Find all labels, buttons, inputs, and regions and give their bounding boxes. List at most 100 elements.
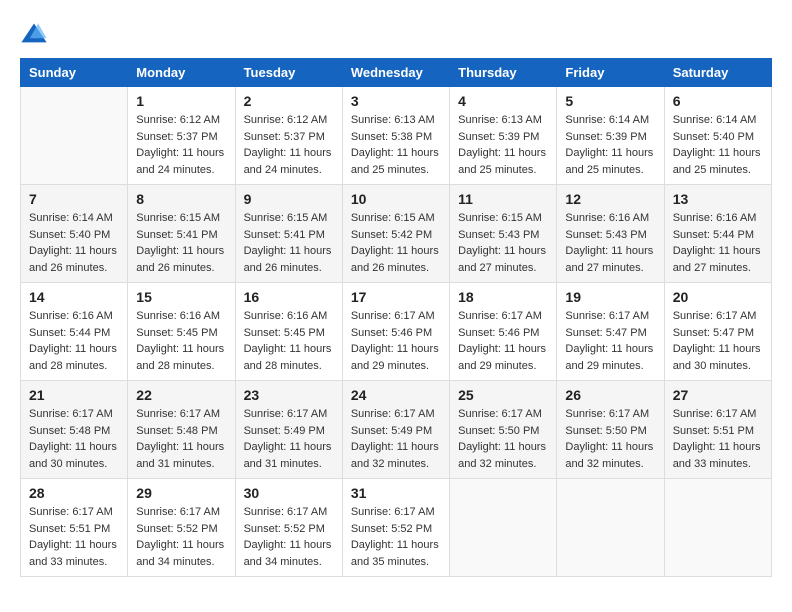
- day-cell: 4 Sunrise: 6:13 AMSunset: 5:39 PMDaylight…: [450, 87, 557, 185]
- col-header-sunday: Sunday: [21, 59, 128, 87]
- day-cell: 10 Sunrise: 6:15 AMSunset: 5:42 PMDayligh…: [342, 185, 449, 283]
- day-cell: 1 Sunrise: 6:12 AMSunset: 5:37 PMDaylight…: [128, 87, 235, 185]
- day-number: 15: [136, 289, 226, 305]
- week-row-5: 28 Sunrise: 6:17 AMSunset: 5:51 PMDayligh…: [21, 479, 772, 577]
- day-number: 29: [136, 485, 226, 501]
- day-info: Sunrise: 6:12 AMSunset: 5:37 PMDaylight:…: [244, 112, 334, 178]
- day-number: 10: [351, 191, 441, 207]
- day-number: 14: [29, 289, 119, 305]
- day-cell: [450, 479, 557, 577]
- day-number: 9: [244, 191, 334, 207]
- day-number: 6: [673, 93, 763, 109]
- day-info: Sunrise: 6:13 AMSunset: 5:38 PMDaylight:…: [351, 112, 441, 178]
- day-number: 5: [565, 93, 655, 109]
- day-info: Sunrise: 6:17 AMSunset: 5:51 PMDaylight:…: [673, 406, 763, 472]
- day-info: Sunrise: 6:17 AMSunset: 5:48 PMDaylight:…: [136, 406, 226, 472]
- day-info: Sunrise: 6:16 AMSunset: 5:44 PMDaylight:…: [673, 210, 763, 276]
- day-number: 26: [565, 387, 655, 403]
- day-number: 2: [244, 93, 334, 109]
- day-info: Sunrise: 6:15 AMSunset: 5:41 PMDaylight:…: [244, 210, 334, 276]
- day-cell: 14 Sunrise: 6:16 AMSunset: 5:44 PMDayligh…: [21, 283, 128, 381]
- logo-icon: [20, 20, 48, 48]
- day-cell: 11Sunrise: 6:15 AMSunset: 5:43 PMDayligh…: [450, 185, 557, 283]
- col-header-wednesday: Wednesday: [342, 59, 449, 87]
- day-number: 4: [458, 93, 548, 109]
- day-cell: 15 Sunrise: 6:16 AMSunset: 5:45 PMDayligh…: [128, 283, 235, 381]
- day-number: 7: [29, 191, 119, 207]
- day-cell: 5 Sunrise: 6:14 AMSunset: 5:39 PMDaylight…: [557, 87, 664, 185]
- day-cell: 22 Sunrise: 6:17 AMSunset: 5:48 PMDayligh…: [128, 381, 235, 479]
- day-info: Sunrise: 6:15 AMSunset: 5:41 PMDaylight:…: [136, 210, 226, 276]
- col-header-friday: Friday: [557, 59, 664, 87]
- day-info: Sunrise: 6:17 AMSunset: 5:47 PMDaylight:…: [673, 308, 763, 374]
- day-info: Sunrise: 6:16 AMSunset: 5:43 PMDaylight:…: [565, 210, 655, 276]
- day-number: 20: [673, 289, 763, 305]
- day-cell: 26 Sunrise: 6:17 AMSunset: 5:50 PMDayligh…: [557, 381, 664, 479]
- day-cell: [557, 479, 664, 577]
- day-info: Sunrise: 6:14 AMSunset: 5:39 PMDaylight:…: [565, 112, 655, 178]
- day-cell: 25 Sunrise: 6:17 AMSunset: 5:50 PMDayligh…: [450, 381, 557, 479]
- day-info: Sunrise: 6:17 AMSunset: 5:52 PMDaylight:…: [136, 504, 226, 570]
- day-info: Sunrise: 6:15 AMSunset: 5:43 PMDaylight:…: [458, 210, 548, 276]
- day-info: Sunrise: 6:17 AMSunset: 5:46 PMDaylight:…: [458, 308, 548, 374]
- day-number: 24: [351, 387, 441, 403]
- day-info: Sunrise: 6:16 AMSunset: 5:45 PMDaylight:…: [136, 308, 226, 374]
- day-cell: 12Sunrise: 6:16 AMSunset: 5:43 PMDayligh…: [557, 185, 664, 283]
- day-cell: 31 Sunrise: 6:17 AMSunset: 5:52 PMDayligh…: [342, 479, 449, 577]
- day-cell: 9 Sunrise: 6:15 AMSunset: 5:41 PMDaylight…: [235, 185, 342, 283]
- day-info: Sunrise: 6:17 AMSunset: 5:50 PMDaylight:…: [458, 406, 548, 472]
- logo: [20, 20, 52, 48]
- day-cell: 28 Sunrise: 6:17 AMSunset: 5:51 PMDayligh…: [21, 479, 128, 577]
- day-cell: 7 Sunrise: 6:14 AMSunset: 5:40 PMDaylight…: [21, 185, 128, 283]
- day-number: 31: [351, 485, 441, 501]
- day-info: Sunrise: 6:12 AMSunset: 5:37 PMDaylight:…: [136, 112, 226, 178]
- day-cell: 21 Sunrise: 6:17 AMSunset: 5:48 PMDayligh…: [21, 381, 128, 479]
- day-info: Sunrise: 6:17 AMSunset: 5:51 PMDaylight:…: [29, 504, 119, 570]
- day-info: Sunrise: 6:14 AMSunset: 5:40 PMDaylight:…: [673, 112, 763, 178]
- day-number: 30: [244, 485, 334, 501]
- week-row-3: 14 Sunrise: 6:16 AMSunset: 5:44 PMDayligh…: [21, 283, 772, 381]
- day-number: 27: [673, 387, 763, 403]
- col-header-tuesday: Tuesday: [235, 59, 342, 87]
- day-cell: 13 Sunrise: 6:16 AMSunset: 5:44 PMDayligh…: [664, 185, 771, 283]
- day-info: Sunrise: 6:16 AMSunset: 5:45 PMDaylight:…: [244, 308, 334, 374]
- day-cell: 16 Sunrise: 6:16 AMSunset: 5:45 PMDayligh…: [235, 283, 342, 381]
- week-row-1: 1 Sunrise: 6:12 AMSunset: 5:37 PMDaylight…: [21, 87, 772, 185]
- day-cell: 19 Sunrise: 6:17 AMSunset: 5:47 PMDayligh…: [557, 283, 664, 381]
- day-cell: 8Sunrise: 6:15 AMSunset: 5:41 PMDaylight…: [128, 185, 235, 283]
- week-row-4: 21 Sunrise: 6:17 AMSunset: 5:48 PMDayligh…: [21, 381, 772, 479]
- day-number: 16: [244, 289, 334, 305]
- day-number: 25: [458, 387, 548, 403]
- day-number: 19: [565, 289, 655, 305]
- day-info: Sunrise: 6:17 AMSunset: 5:52 PMDaylight:…: [351, 504, 441, 570]
- day-info: Sunrise: 6:14 AMSunset: 5:40 PMDaylight:…: [29, 210, 119, 276]
- day-info: Sunrise: 6:17 AMSunset: 5:47 PMDaylight:…: [565, 308, 655, 374]
- col-header-monday: Monday: [128, 59, 235, 87]
- day-cell: 29 Sunrise: 6:17 AMSunset: 5:52 PMDayligh…: [128, 479, 235, 577]
- day-cell: [664, 479, 771, 577]
- day-cell: 20 Sunrise: 6:17 AMSunset: 5:47 PMDayligh…: [664, 283, 771, 381]
- day-info: Sunrise: 6:15 AMSunset: 5:42 PMDaylight:…: [351, 210, 441, 276]
- day-cell: [21, 87, 128, 185]
- day-info: Sunrise: 6:17 AMSunset: 5:48 PMDaylight:…: [29, 406, 119, 472]
- day-cell: 2 Sunrise: 6:12 AMSunset: 5:37 PMDaylight…: [235, 87, 342, 185]
- day-number: 28: [29, 485, 119, 501]
- day-info: Sunrise: 6:17 AMSunset: 5:52 PMDaylight:…: [244, 504, 334, 570]
- day-cell: 27 Sunrise: 6:17 AMSunset: 5:51 PMDayligh…: [664, 381, 771, 479]
- day-number: 21: [29, 387, 119, 403]
- day-number: 17: [351, 289, 441, 305]
- col-header-thursday: Thursday: [450, 59, 557, 87]
- day-cell: 6 Sunrise: 6:14 AMSunset: 5:40 PMDaylight…: [664, 87, 771, 185]
- day-number: 3: [351, 93, 441, 109]
- week-row-2: 7 Sunrise: 6:14 AMSunset: 5:40 PMDaylight…: [21, 185, 772, 283]
- day-number: 1: [136, 93, 226, 109]
- day-number: 22: [136, 387, 226, 403]
- day-number: 13: [673, 191, 763, 207]
- day-cell: 23Sunrise: 6:17 AMSunset: 5:49 PMDayligh…: [235, 381, 342, 479]
- day-info: Sunrise: 6:17 AMSunset: 5:50 PMDaylight:…: [565, 406, 655, 472]
- day-info: Sunrise: 6:16 AMSunset: 5:44 PMDaylight:…: [29, 308, 119, 374]
- day-info: Sunrise: 6:17 AMSunset: 5:49 PMDaylight:…: [244, 406, 334, 472]
- calendar: SundayMondayTuesdayWednesdayThursdayFrid…: [20, 58, 772, 577]
- day-info: Sunrise: 6:17 AMSunset: 5:46 PMDaylight:…: [351, 308, 441, 374]
- day-info: Sunrise: 6:13 AMSunset: 5:39 PMDaylight:…: [458, 112, 548, 178]
